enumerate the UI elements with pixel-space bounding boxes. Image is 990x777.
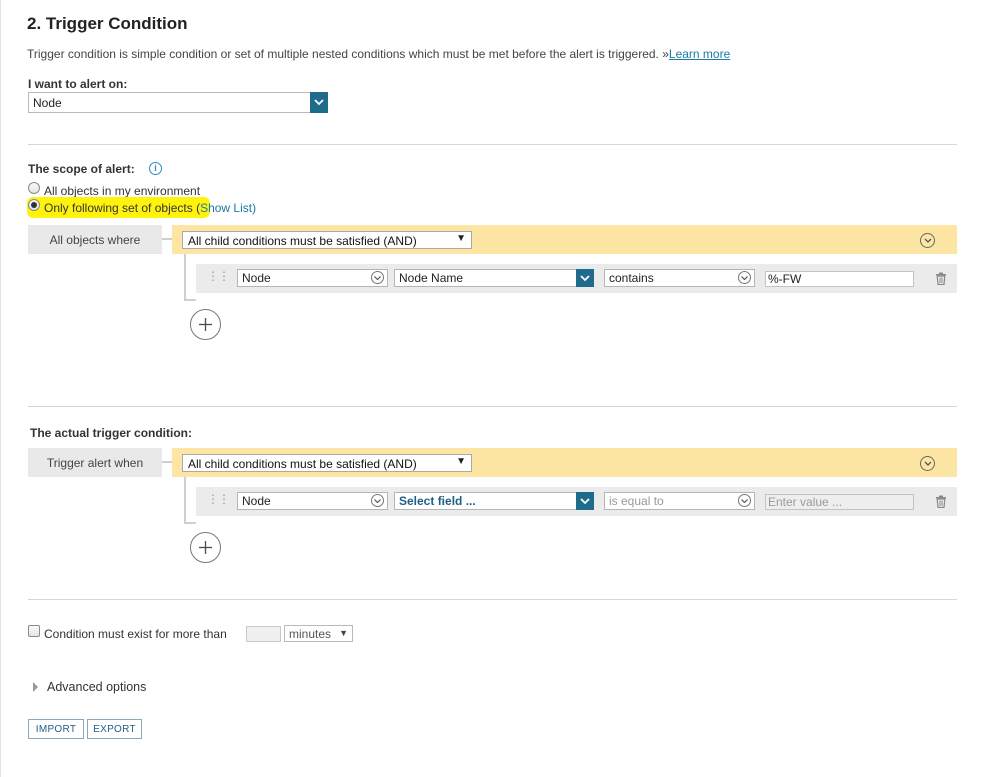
import-button[interactable]: IMPORT [28, 719, 84, 739]
scope-value-input[interactable]: %-FW [765, 271, 914, 287]
page-left-border [0, 0, 1, 777]
show-list-paren: ) [252, 201, 257, 215]
duration-value-input[interactable] [246, 626, 281, 642]
scope-group-operator-select[interactable]: All child conditions must be satisfied (… [182, 231, 472, 249]
duration-unit-select[interactable]: minutes ▼ [284, 625, 353, 642]
dropdown-arrow-icon: ▼ [339, 628, 348, 638]
add-condition-button[interactable] [190, 532, 221, 563]
learn-more-link[interactable]: Learn more [669, 47, 730, 61]
section-description: Trigger condition is simple condition or… [27, 47, 730, 61]
alert-on-label: I want to alert on: [28, 77, 128, 91]
description-text: Trigger condition is simple condition or… [27, 47, 669, 61]
expand-triangle-icon[interactable] [33, 682, 38, 692]
tree-line [184, 254, 186, 301]
chevron-down-icon [371, 494, 384, 507]
divider [28, 599, 957, 600]
radio-only-following[interactable] [28, 199, 40, 211]
trigger-group-label: Trigger alert when [28, 448, 162, 477]
alert-on-value: Node [33, 96, 62, 110]
scope-group-operator-value: All child conditions must be satisfied (… [188, 234, 417, 248]
divider [28, 144, 957, 145]
trash-icon[interactable] [935, 272, 947, 286]
trigger-operator-select[interactable]: is equal to [604, 492, 755, 510]
radio-only-following-label: Only following set of objects (Show List… [44, 201, 256, 215]
tree-line [184, 522, 196, 524]
collapse-chevron-icon[interactable] [920, 456, 935, 471]
trigger-label: The actual trigger condition: [30, 426, 193, 440]
trigger-field-value: Select field ... [399, 494, 476, 508]
trigger-object-select[interactable]: Node [237, 492, 388, 510]
info-icon[interactable]: i [149, 162, 162, 175]
condition-duration-checkbox[interactable] [28, 625, 40, 637]
scope-operator-value: contains [609, 271, 654, 285]
trigger-group-operator-select[interactable]: All child conditions must be satisfied (… [182, 454, 472, 472]
trigger-value-input[interactable]: Enter value ... [765, 494, 914, 510]
chevron-down-icon [738, 494, 751, 507]
show-list-link[interactable]: Show List [200, 201, 252, 215]
scope-operator-select[interactable]: contains [604, 269, 755, 287]
scope-field-value: Node Name [399, 271, 464, 285]
scope-group-label: All objects where [28, 225, 162, 254]
chevron-down-icon [576, 492, 594, 510]
chevron-down-icon [576, 269, 594, 287]
tree-line [184, 477, 186, 524]
tree-line [184, 299, 196, 301]
trigger-field-select[interactable]: Select field ... [394, 492, 594, 510]
radio-all-objects-label: All objects in my environment [44, 184, 201, 198]
trash-icon[interactable] [935, 495, 947, 509]
drag-handle-icon[interactable]: ⋮⋮ [207, 493, 230, 505]
section-title: 2. Trigger Condition [27, 14, 188, 33]
divider [28, 406, 957, 407]
chevron-down-icon [310, 92, 328, 113]
alert-on-select[interactable]: Node [28, 92, 328, 113]
collapse-chevron-icon[interactable] [920, 233, 935, 248]
condition-duration-label: Condition must exist for more than [44, 627, 227, 641]
trigger-object-value: Node [242, 494, 271, 508]
chevron-down-icon [738, 271, 751, 284]
only-following-text: Only following set of objects ( [44, 201, 201, 215]
radio-all-objects[interactable] [28, 182, 40, 194]
trigger-operator-value: is equal to [609, 494, 664, 508]
scope-object-select[interactable]: Node [237, 269, 388, 287]
scope-object-value: Node [242, 271, 271, 285]
dropdown-arrow-icon: ▼ [456, 456, 466, 467]
chevron-down-icon [371, 271, 384, 284]
trigger-group-operator-value: All child conditions must be satisfied (… [188, 457, 417, 471]
add-condition-button[interactable] [190, 309, 221, 340]
advanced-options-toggle[interactable]: Advanced options [47, 680, 146, 694]
duration-unit-value: minutes [289, 627, 332, 641]
scope-label: The scope of alert: [28, 162, 135, 176]
scope-field-select[interactable]: Node Name [394, 269, 594, 287]
dropdown-arrow-icon: ▼ [456, 233, 466, 244]
export-button[interactable]: EXPORT [87, 719, 142, 739]
drag-handle-icon[interactable]: ⋮⋮ [207, 270, 230, 282]
